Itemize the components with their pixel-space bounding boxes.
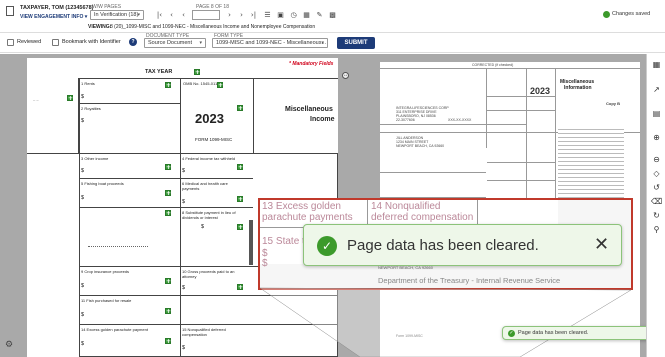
external-link-icon[interactable]: ↗: [651, 84, 662, 95]
toast-message: Page data has been cleared.: [347, 237, 539, 254]
rotate-right-icon[interactable]: ↻: [651, 210, 662, 221]
gear-icon[interactable]: ⚙: [5, 340, 15, 350]
check-circle-icon: ✓: [508, 330, 515, 337]
fit-page-icon[interactable]: ◇: [651, 168, 662, 179]
rotate-left-icon[interactable]: ↺: [651, 182, 662, 193]
toast-message-small: Page data has been cleared.: [518, 330, 589, 336]
close-icon[interactable]: ✕: [594, 234, 609, 256]
eraser-icon[interactable]: ⌫: [651, 196, 662, 207]
magnifier-connector: [259, 287, 632, 357]
comment-icon[interactable]: ▤: [651, 108, 662, 119]
toast-page-cleared-small: ✓ Page data has been cleared. ✕: [502, 326, 660, 340]
check-circle-icon: ✓: [317, 236, 337, 256]
zoom-out-icon[interactable]: ⊖: [651, 154, 662, 165]
toast-page-cleared-large: ✓ Page data has been cleared. ✕: [303, 224, 622, 266]
right-tool-bar: ▦ ↗ ▤ ⊕ ⊖ ◇ ↺ ⌫ ↻ ⚲: [646, 54, 665, 357]
magnifier-icon[interactable]: ⚲: [651, 224, 662, 235]
panel-icon[interactable]: ▦: [651, 59, 662, 70]
zoom-in-icon[interactable]: ⊕: [651, 132, 662, 143]
